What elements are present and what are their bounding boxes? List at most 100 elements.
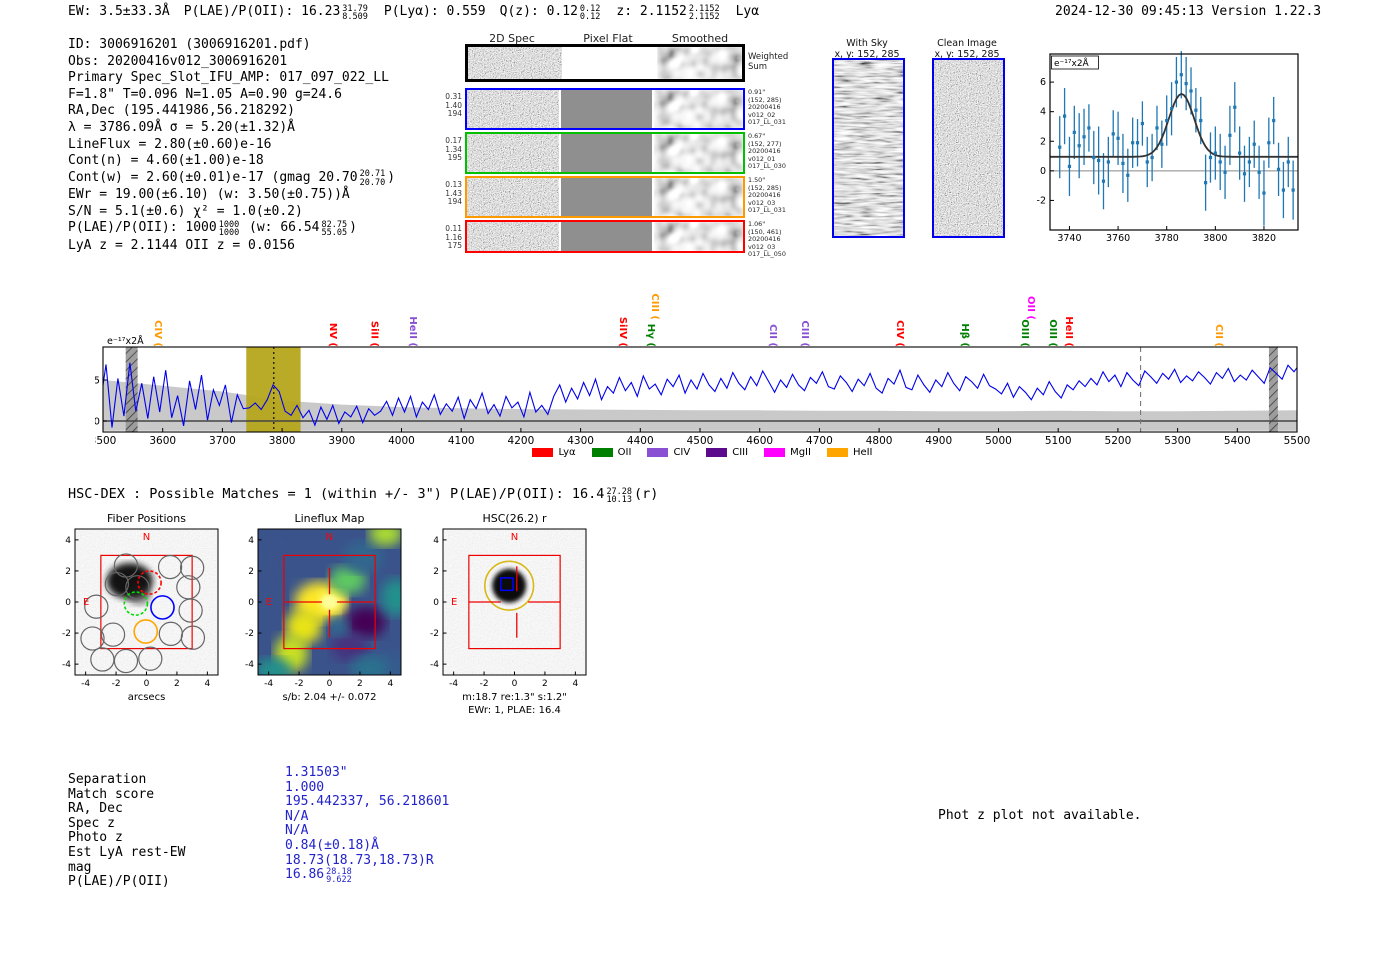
- weighted-sum-label: Weighted Sum: [748, 52, 789, 72]
- svg-text:-2: -2: [480, 679, 489, 689]
- detection-info-block: ID: 3006916201 (3006916201.pdf) Obs: 2020…: [68, 37, 395, 255]
- svg-text:3900: 3900: [328, 435, 355, 447]
- cutout-row-annotation: 0.67" (152, 277) 20200416 v012_01 017_LL_030: [748, 132, 786, 171]
- info-line: λ = 3786.09Å σ = 5.20(±1.32)Å: [68, 120, 395, 137]
- info-line: Cont(n) = 4.60(±1.00)e-18: [68, 153, 395, 170]
- line-fit-zoom-plot: -2 0 2 4 6 3740 3760 3780 3800 3820 e⁻¹⁷x2Å: [1037, 51, 1299, 243]
- stacked-uncertainty: 28.18 9.622: [326, 866, 352, 886]
- stacked-uncertainty: 2.1152 2.1152: [688, 3, 720, 22]
- cutout-row: [465, 220, 745, 253]
- info-line: RA,Dec (195.441986,56.218292): [68, 103, 395, 120]
- text-segment: ): [387, 169, 396, 185]
- legend-swatch: [532, 448, 554, 457]
- cutout-row-left-stats: 0.11 1.16 175: [445, 224, 462, 251]
- table-row: Match score 1.000: [68, 779, 488, 802]
- header-segment: P(LAE)/P(OII): 16.23: [183, 4, 341, 19]
- svg-text:m:18.7 re:1.3" s:1.2": m:18.7 re:1.3" s:1.2": [462, 692, 567, 703]
- svg-text:4700: 4700: [806, 435, 833, 447]
- svg-text:2: 2: [542, 679, 548, 689]
- svg-text:Hγ (: Hγ (: [645, 324, 656, 347]
- stacked-uncertainty: 20.71 20.70: [359, 169, 386, 188]
- text-segment: EWr = 19.00(±6.10) (w: 3.50(±0.75))Å: [68, 187, 350, 203]
- legend-label: HeII: [852, 447, 873, 458]
- cutout-row-left-stats: 0.31 1.40 194: [445, 92, 462, 119]
- svg-text:0: 0: [248, 598, 254, 608]
- legend-label: Lyα: [558, 447, 576, 458]
- svg-text:3500: 3500: [95, 435, 116, 447]
- table-row-value: 195.442337, 56.218601: [285, 794, 450, 810]
- stacked-uncertainty: 31.79 8.509: [342, 3, 368, 22]
- info-line: ID: 3006916201 (3006916201.pdf): [68, 37, 395, 54]
- text-segment: Primary Spec_Slot_IFU_AMP: 017_097_022_L…: [68, 70, 389, 86]
- table-row-value: 16.86 28.18 9.622: [285, 866, 352, 886]
- svg-text:CII (: CII (: [1213, 324, 1224, 347]
- svg-text:-4: -4: [62, 660, 71, 670]
- svg-text:-2: -2: [430, 629, 439, 639]
- table-row-value: N/A: [285, 823, 309, 839]
- svg-text:3800: 3800: [1203, 233, 1227, 243]
- table-row-value: 0.84(±0.18)Å: [285, 837, 379, 853]
- cutout-row-left-stats: 0.17 1.34 195: [445, 136, 462, 163]
- cutout-row-annotation: 1.50" (152, 285) 20200416 v012_03 017_LL_031: [748, 176, 786, 215]
- svg-text:s/b: 2.04 +/- 0.072: s/b: 2.04 +/- 0.072: [282, 692, 376, 703]
- svg-text:CIII (: CIII (: [649, 293, 660, 320]
- legend-swatch: [826, 448, 848, 457]
- text-segment: (w: 66.54: [241, 220, 320, 236]
- svg-text:4200: 4200: [508, 435, 535, 447]
- svg-text:-2: -2: [112, 679, 121, 689]
- svg-text:5400: 5400: [1224, 435, 1251, 447]
- svg-text:2: 2: [1040, 136, 1046, 147]
- svg-text:2: 2: [433, 567, 439, 577]
- table-row: Spec z N/A: [68, 808, 488, 831]
- table-row: Est LyA rest-EW 0.84(±0.18)Å: [68, 837, 488, 860]
- svg-text:4100: 4100: [448, 435, 475, 447]
- header-segment: Lyα: [735, 4, 760, 19]
- svg-text:-2: -2: [245, 629, 254, 639]
- svg-text:-2: -2: [295, 679, 304, 689]
- stacked-uncertainty: 82.75 55.05: [321, 219, 348, 239]
- svg-text:2: 2: [357, 679, 363, 689]
- text-segment: ID: 3006916201 (3006916201.pdf): [68, 37, 311, 52]
- table-row-value: N/A: [285, 808, 309, 824]
- svg-text:CIV (: CIV (: [894, 320, 905, 347]
- svg-text:6: 6: [1040, 77, 1046, 88]
- table-row-value: 18.73(18.73,18.73)R: [285, 852, 434, 868]
- svg-text:2: 2: [248, 567, 254, 577]
- svg-text:Fiber Positions: Fiber Positions: [107, 512, 186, 525]
- svg-text:5: 5: [95, 376, 100, 387]
- clean-image-title: Clean Image x, y: 152, 285: [934, 38, 1000, 60]
- svg-text:3700: 3700: [209, 435, 236, 447]
- svg-text:-4: -4: [430, 660, 439, 670]
- svg-text:-4: -4: [264, 679, 273, 689]
- header-segment: Q(z): 0.12: [499, 4, 578, 19]
- svg-text:0: 0: [1040, 166, 1046, 177]
- svg-text:-4: -4: [245, 660, 254, 670]
- svg-text:4: 4: [1040, 107, 1046, 118]
- weighted-sum-strips: [468, 47, 742, 79]
- info-line: P(LAE)/P(OII): 1000 1000 1000 (w: 66.54 82.…: [68, 220, 395, 238]
- svg-text:2: 2: [65, 567, 71, 577]
- legend-item: CIII: [706, 447, 748, 458]
- svg-text:4: 4: [433, 536, 439, 546]
- svg-text:EWr: 1, PLAE: 16.4: EWr: 1, PLAE: 16.4: [468, 705, 561, 716]
- info-line: Primary Spec_Slot_IFU_AMP: 017_097_022_L…: [68, 70, 395, 87]
- info-line: F=1.8" T=0.096 N=1.05 A=0.90 g=24.6: [68, 87, 395, 104]
- svg-text:OIII (: OIII (: [1019, 319, 1030, 347]
- svg-text:4: 4: [572, 679, 578, 689]
- info-line: Obs: 20200416v012_3006916201: [68, 54, 395, 71]
- svg-text:4600: 4600: [746, 435, 773, 447]
- table-row: Photo z N/A: [68, 823, 488, 845]
- svg-text:SiIV (: SiIV (: [617, 317, 628, 347]
- hsc-image-panel: HSC(26.2) r -4 -4 -2 -2 0 0 2 2 4 4 N Em:18.7 re:1.3…: [430, 512, 587, 716]
- text-segment: F=1.8" T=0.096 N=1.05 A=0.90 g=24.6: [68, 86, 342, 102]
- info-line: EWr = 19.00(±6.10) (w: 3.50(±0.75))Å: [68, 187, 395, 204]
- svg-text:5200: 5200: [1105, 435, 1132, 447]
- with-sky-image: [832, 58, 905, 238]
- legend-item: Lyα: [532, 447, 576, 458]
- legend-label: CIII: [732, 447, 749, 458]
- text-segment: ): [349, 220, 357, 236]
- legend-item: HeII: [826, 447, 873, 458]
- svg-text:3780: 3780: [1155, 233, 1179, 243]
- table-row-value: 1.000: [285, 779, 325, 795]
- svg-text:-4: -4: [81, 679, 90, 689]
